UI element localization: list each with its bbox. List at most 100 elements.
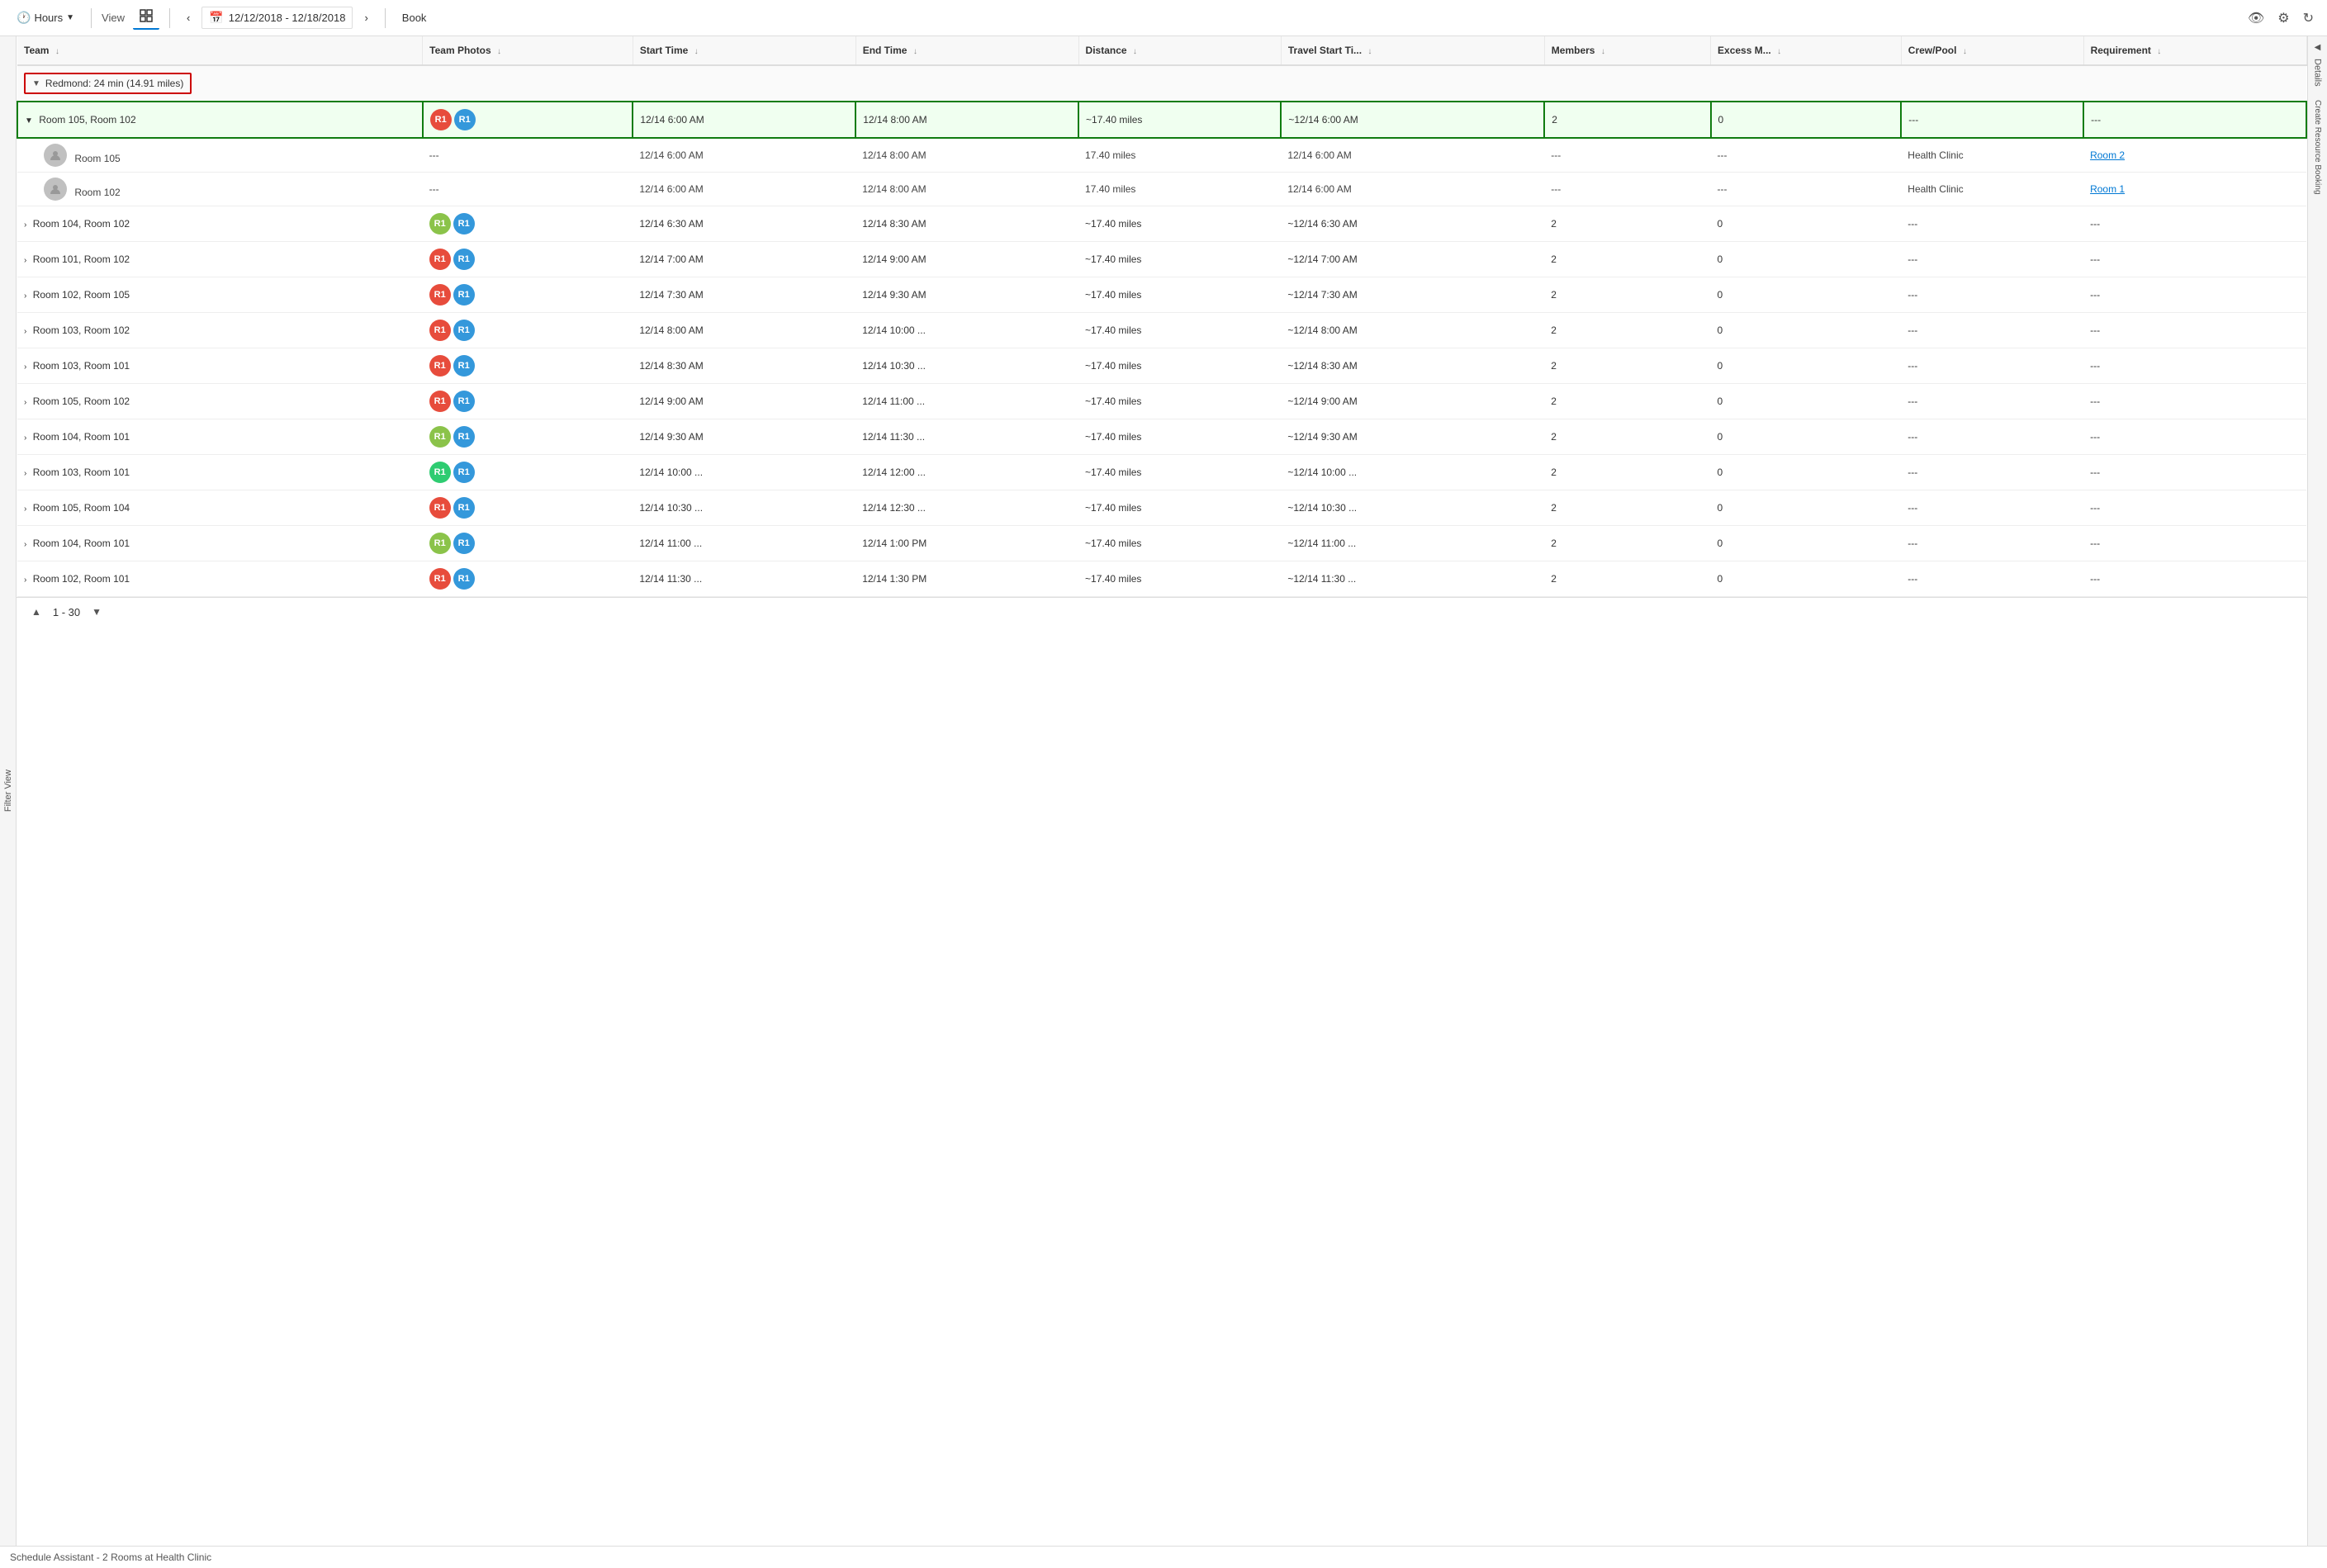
col-header-travel-start[interactable]: Travel Start Ti... ↓ (1281, 36, 1544, 65)
table-row[interactable]: › Room 104, Room 101 R1R1 12/14 11:00 ..… (17, 526, 2306, 561)
crew-pool-cell: --- (1901, 206, 2083, 242)
expand-toggle[interactable]: › (24, 220, 26, 230)
expand-toggle[interactable]: › (24, 327, 26, 336)
expand-toggle[interactable]: › (24, 540, 26, 549)
excess-cell: 0 (1711, 242, 1902, 277)
avatar: R1 (429, 568, 451, 590)
table-row[interactable]: › Room 103, Room 102 R1R1 12/14 8:00 AM … (17, 313, 2306, 348)
group-label-text: Redmond: 24 min (14.91 miles) (45, 78, 183, 89)
col-header-members[interactable]: Members ↓ (1544, 36, 1710, 65)
table-row[interactable]: › Room 101, Room 102 R1R1 12/14 7:00 AM … (17, 242, 2306, 277)
hours-button[interactable]: 🕐 Hours ▼ (10, 7, 81, 28)
table-row[interactable]: › Room 104, Room 102 R1R1 12/14 6:30 AM … (17, 206, 2306, 242)
expand-toggle[interactable]: › (24, 362, 26, 372)
avatar: R1 (453, 462, 475, 483)
team-name: Room 105, Room 102 (39, 114, 135, 126)
end-time-cell: 12/14 9:30 AM (855, 277, 1078, 313)
crew-pool-cell: --- (1901, 490, 2083, 526)
team-name: Room 104, Room 101 (33, 431, 130, 443)
filter-view-panel[interactable]: Filter View (0, 36, 17, 1546)
requirement-link[interactable]: Room 2 (2090, 149, 2125, 161)
travel-sort-arrow: ↓ (1367, 47, 1372, 56)
photos-cell: R1R1 (423, 526, 633, 561)
team-cell: › Room 102, Room 105 (17, 277, 423, 313)
requirement-cell: --- (2083, 490, 2306, 526)
separator-3 (385, 8, 386, 28)
prev-date-button[interactable]: ‹ (180, 8, 197, 27)
distance-cell: ~17.40 miles (1078, 455, 1281, 490)
start-time-cell: 12/14 8:00 AM (633, 313, 855, 348)
team-cell: ▼ Room 105, Room 102 (17, 102, 423, 138)
col-header-excess[interactable]: Excess M... ↓ (1711, 36, 1902, 65)
table-row[interactable]: Room 105 --- 12/14 6:00 AM 12/14 8:00 AM… (17, 138, 2306, 173)
date-range-picker[interactable]: 📅 12/12/2018 - 12/18/2018 (201, 7, 353, 29)
create-booking-label: Create Resource Booking (2313, 100, 2322, 195)
col-header-end-time[interactable]: End Time ↓ (855, 36, 1078, 65)
col-header-crew-pool[interactable]: Crew/Pool ↓ (1901, 36, 2083, 65)
expand-toggle[interactable]: › (24, 469, 26, 478)
team-name: Room 101, Room 102 (33, 253, 130, 265)
col-header-start-time[interactable]: Start Time ↓ (633, 36, 855, 65)
table-row[interactable]: Room 102 --- 12/14 6:00 AM 12/14 8:00 AM… (17, 173, 2306, 206)
col-header-team-photos[interactable]: Team Photos ↓ (423, 36, 633, 65)
travel-start-cell: ~12/14 11:00 ... (1281, 526, 1544, 561)
expand-toggle[interactable]: › (24, 291, 26, 301)
group-header-row[interactable]: ▼ Redmond: 24 min (14.91 miles) (17, 65, 2306, 102)
travel-start-cell: ~12/14 10:30 ... (1281, 490, 1544, 526)
table-row[interactable]: › Room 103, Room 101 R1R1 12/14 8:30 AM … (17, 348, 2306, 384)
start-time-sort-arrow: ↓ (694, 47, 699, 56)
table-row[interactable]: › Room 105, Room 104 R1R1 12/14 10:30 ..… (17, 490, 2306, 526)
start-time-cell: 12/14 11:30 ... (633, 561, 855, 597)
team-name: Room 104, Room 102 (33, 218, 130, 230)
team-name: Room 102, Room 101 (33, 573, 130, 585)
table-row[interactable]: ▼ Room 105, Room 102 R1R1 12/14 6:00 AM … (17, 102, 2306, 138)
avatar-group: R1R1 (429, 320, 627, 341)
refresh-icon: ↻ (2303, 12, 2314, 26)
schedule-table-area[interactable]: Team ↓ Team Photos ↓ Start Time ↓ End (17, 36, 2307, 1546)
book-button[interactable]: Book (396, 8, 434, 27)
expand-toggle[interactable]: ▼ (25, 116, 33, 126)
distance-sort-arrow: ↓ (1133, 47, 1137, 56)
photos-cell: R1R1 (423, 102, 633, 138)
requirement-link[interactable]: Room 1 (2090, 183, 2125, 195)
separator-2 (169, 8, 170, 28)
table-row[interactable]: › Room 102, Room 105 R1R1 12/14 7:30 AM … (17, 277, 2306, 313)
col-header-requirement[interactable]: Requirement ↓ (2083, 36, 2306, 65)
col-header-team[interactable]: Team ↓ (17, 36, 423, 65)
table-row[interactable]: › Room 104, Room 101 R1R1 12/14 9:30 AM … (17, 419, 2306, 455)
avatar-group: R1R1 (429, 533, 627, 554)
group-header-cell[interactable]: ▼ Redmond: 24 min (14.91 miles) (17, 65, 2306, 102)
requirement-cell: --- (2083, 206, 2306, 242)
requirement-cell: --- (2083, 348, 2306, 384)
photos-cell: R1R1 (423, 313, 633, 348)
eye-icon: 👁 (2248, 12, 2264, 26)
table-row[interactable]: › Room 103, Room 101 R1R1 12/14 10:00 ..… (17, 455, 2306, 490)
expand-toggle[interactable]: › (24, 256, 26, 265)
avatar: R1 (454, 109, 476, 130)
eye-button[interactable]: 👁 (2244, 7, 2268, 30)
travel-start-cell: ~12/14 8:30 AM (1281, 348, 1544, 384)
next-date-button[interactable]: › (358, 8, 374, 27)
avatar: R1 (453, 213, 475, 234)
expand-toggle[interactable]: › (24, 433, 26, 443)
excess-cell: 0 (1711, 526, 1902, 561)
crew-pool-cell: --- (1901, 313, 2083, 348)
schedule-table: Team ↓ Team Photos ↓ Start Time ↓ End (17, 36, 2307, 597)
expand-toggle[interactable]: › (24, 576, 26, 585)
end-time-cell: 12/14 10:00 ... (855, 313, 1078, 348)
col-header-distance[interactable]: Distance ↓ (1078, 36, 1281, 65)
left-arrow-icon: ‹ (187, 12, 190, 24)
grid-view-button[interactable] (133, 6, 159, 30)
table-row[interactable]: › Room 105, Room 102 R1R1 12/14 9:00 AM … (17, 384, 2306, 419)
page-next-button[interactable]: ▼ (87, 604, 107, 619)
right-side-panel[interactable]: ◀ Details Create Resource Booking (2307, 36, 2327, 1546)
pagination-bar: ▲ 1 - 30 ▼ (17, 597, 2307, 626)
expand-toggle[interactable]: › (24, 505, 26, 514)
end-time-cell: 12/14 8:00 AM (855, 173, 1078, 206)
page-prev-button[interactable]: ▲ (26, 604, 46, 619)
table-row[interactable]: › Room 102, Room 101 R1R1 12/14 11:30 ..… (17, 561, 2306, 597)
requirement-cell: --- (2083, 419, 2306, 455)
refresh-button[interactable]: ↻ (2300, 7, 2317, 30)
expand-toggle[interactable]: › (24, 398, 26, 407)
settings-button[interactable]: ⚙ (2274, 7, 2292, 30)
